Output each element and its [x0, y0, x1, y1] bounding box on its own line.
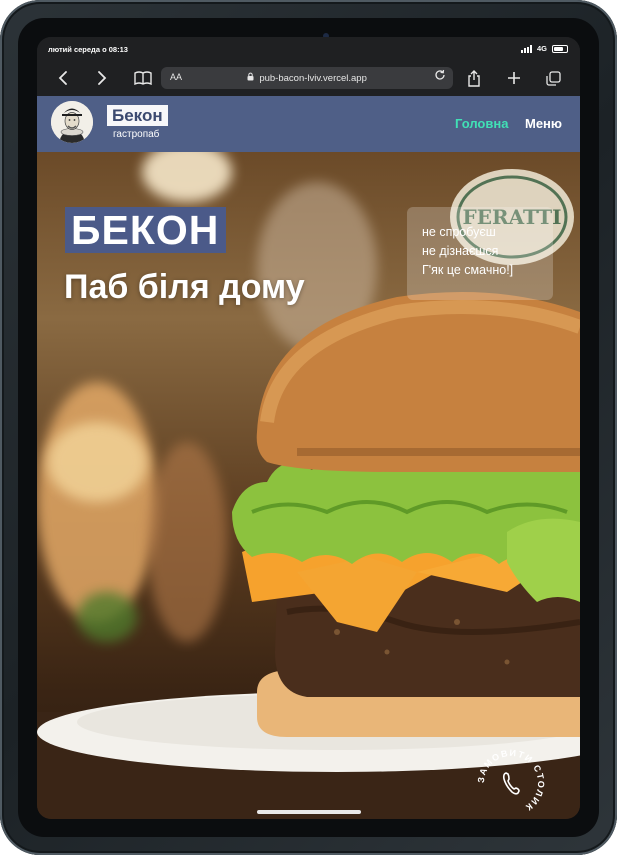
- tagline-line: не дізнаєшся: [422, 244, 499, 258]
- reload-icon[interactable]: [434, 69, 446, 84]
- site-header: Бекон гастропаб Головна Меню: [37, 96, 580, 152]
- screen: лютий середа о 08:13 4G AA pub-bacon-lvi…: [37, 37, 580, 819]
- reserve-table-text: ЗАМОВИТИ СТОЛИК: [476, 748, 545, 814]
- network-label: 4G: [536, 44, 547, 53]
- nav-link-menu[interactable]: Меню: [525, 116, 562, 131]
- svg-text:ЗАМОВИТИ СТОЛИК: ЗАМОВИТИ СТОЛИК: [476, 748, 546, 814]
- back-icon[interactable]: [52, 67, 74, 89]
- brand-name[interactable]: Бекон: [107, 105, 168, 126]
- share-icon[interactable]: [463, 67, 485, 89]
- hero-title: БЕКОН: [65, 207, 227, 253]
- logo-portrait[interactable]: [51, 101, 93, 143]
- phone-icon: [502, 772, 520, 795]
- browser-toolbar: AA pub-bacon-lviv.vercel.app: [37, 61, 580, 96]
- signal-icon: [520, 44, 532, 53]
- tagline-card: не спробуєш не дізнаєшся Г'як це смачно!…: [407, 207, 553, 300]
- brand-subtitle: гастропаб: [113, 129, 160, 140]
- status-indicators: 4G: [520, 44, 568, 53]
- tagline-line: Г'як це смачно!]: [422, 263, 514, 277]
- hero-section: FERATTI БЕКОН Паб біля дому не спробуєш …: [37, 152, 580, 819]
- bookmarks-icon[interactable]: [132, 67, 154, 89]
- battery-icon: [552, 44, 568, 53]
- hero-subtitle: Паб біля дому: [64, 268, 305, 306]
- home-indicator: [257, 810, 361, 814]
- status-datetime: лютий середа о 08:13: [48, 45, 128, 54]
- tagline-line: не спробуєш: [422, 225, 496, 239]
- tablet-frame: лютий середа о 08:13 4G AA pub-bacon-lvi…: [0, 0, 617, 855]
- address-bar[interactable]: AA pub-bacon-lviv.vercel.app: [161, 67, 453, 89]
- new-tab-icon[interactable]: [503, 67, 525, 89]
- url-text: pub-bacon-lviv.vercel.app: [259, 73, 367, 84]
- tabs-icon[interactable]: [542, 67, 564, 89]
- lock-icon: [247, 72, 256, 83]
- status-bar: лютий середа о 08:13 4G: [37, 37, 580, 61]
- forward-icon[interactable]: [91, 67, 113, 89]
- reserve-table-button[interactable]: ЗАМОВИТИ СТОЛИК: [474, 746, 548, 819]
- nav-link-home[interactable]: Головна: [455, 116, 508, 131]
